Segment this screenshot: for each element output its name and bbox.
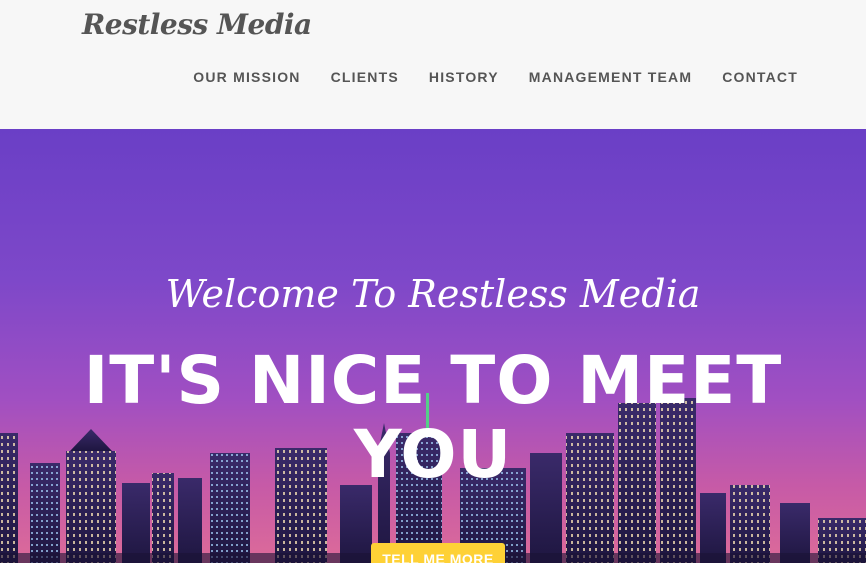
navbar: Restless Media OUR MISSION CLIENTS HISTO… bbox=[0, 0, 866, 129]
nav-item-contact: CONTACT bbox=[722, 69, 798, 87]
main-nav: OUR MISSION CLIENTS HISTORY MANAGEMENT T… bbox=[193, 69, 798, 87]
hero-heading: IT'S NICE TO MEET YOU bbox=[83, 342, 783, 493]
nav-link-contact[interactable]: CONTACT bbox=[722, 69, 798, 85]
hero-welcome-text: Welcome To Restless Media bbox=[165, 272, 701, 316]
hero-section: Welcome To Restless Media IT'S NICE TO M… bbox=[0, 129, 866, 563]
nav-link-clients[interactable]: CLIENTS bbox=[331, 69, 399, 85]
nav-item-our-mission: OUR MISSION bbox=[193, 69, 300, 87]
brand-logo-link[interactable]: Restless Media bbox=[82, 8, 312, 41]
tell-me-more-button[interactable]: TELL ME MORE bbox=[371, 543, 505, 563]
nav-link-history[interactable]: HISTORY bbox=[429, 69, 499, 85]
nav-item-history: HISTORY bbox=[429, 69, 499, 87]
nav-link-our-mission[interactable]: OUR MISSION bbox=[193, 69, 300, 85]
nav-item-management-team: MANAGEMENT TEAM bbox=[529, 69, 692, 87]
nav-item-clients: CLIENTS bbox=[331, 69, 399, 87]
nav-link-management-team[interactable]: MANAGEMENT TEAM bbox=[529, 69, 692, 85]
